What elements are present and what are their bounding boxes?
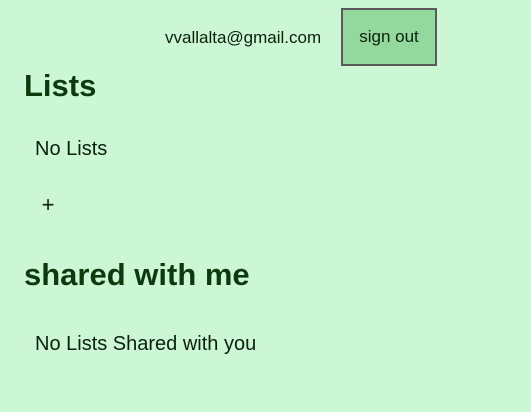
no-lists-text: No Lists — [35, 138, 108, 160]
add-list-button[interactable]: + — [33, 189, 63, 221]
no-shared-lists-text: No Lists Shared with you — [35, 333, 257, 355]
shared-with-me-heading: shared with me — [24, 257, 250, 292]
sign-out-button[interactable]: sign out — [341, 8, 437, 66]
user-email: vvallalta@gmail.com — [165, 28, 322, 47]
lists-heading: Lists — [24, 68, 97, 103]
header: vvallalta@gmail.com sign out — [0, 8, 531, 66]
